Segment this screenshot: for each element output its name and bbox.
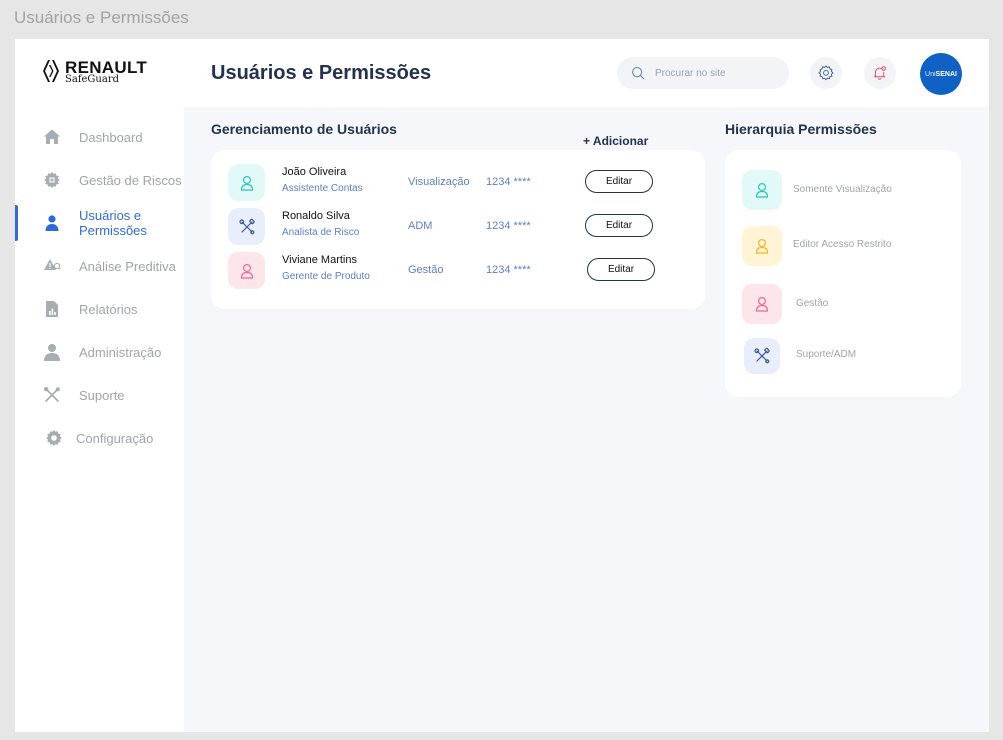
sidebar-item-label: Análise Preditiva: [79, 258, 176, 274]
user-password: 1234 ****: [486, 220, 531, 232]
permission-label: Editor Acesso Restrito: [793, 239, 892, 250]
warning-search-icon: [43, 257, 61, 275]
list-item[interactable]: Somente Visualização: [725, 170, 961, 210]
search-input[interactable]: [655, 67, 775, 79]
user-icon: [742, 170, 782, 210]
user-name: Ronaldo Silva: [282, 210, 350, 222]
user-permission: Gestão: [408, 264, 444, 276]
sidebar: Dashboard Gestão de Riscos Usuários e Pe…: [15, 107, 184, 732]
user-permission: ADM: [408, 220, 433, 232]
table-row: Ronaldo Silva Analista de Risco ADM 1234…: [211, 208, 705, 248]
permissions-section-title: Hierarquia Permissões: [725, 121, 877, 137]
sidebar-item-label: Administração: [79, 344, 162, 360]
permission-label: Suporte/ADM: [796, 349, 857, 360]
sidebar-item-usuarios-permissoes[interactable]: Usuários e Permissões: [15, 203, 184, 243]
sidebar-item-label: Suporte: [79, 387, 125, 403]
renault-logo[interactable]: RENAULT SafeGuard: [42, 59, 147, 85]
search-bar[interactable]: [617, 57, 789, 89]
user-role: Assistente Contas: [282, 183, 363, 194]
avatar-prefix: Uni: [925, 70, 936, 78]
admin-user-icon: [43, 343, 61, 361]
app-window: RENAULT SafeGuard Usuários e Permissões: [15, 39, 989, 732]
permission-label: Somente Visualização: [793, 184, 892, 195]
sidebar-item-gestao-riscos[interactable]: Gestão de Riscos: [15, 160, 184, 200]
sidebar-item-configuracao[interactable]: Configuração: [15, 418, 184, 458]
user-permission: Visualização: [408, 176, 470, 188]
sidebar-item-administracao[interactable]: Administração: [15, 332, 184, 372]
home-icon: [43, 128, 61, 146]
renault-diamond-icon: [43, 60, 59, 82]
report-icon: [43, 300, 61, 318]
top-header: RENAULT SafeGuard Usuários e Permissões: [15, 39, 989, 107]
user-role: Analista de Risco: [282, 227, 360, 238]
user-icon: [228, 164, 265, 201]
sidebar-item-label: Configuração: [76, 430, 154, 446]
user-role: Gerente de Produto: [282, 271, 370, 282]
user-password: 1234 ****: [486, 176, 531, 188]
user-name: Viviane Martins: [282, 254, 357, 266]
sidebar-item-suporte[interactable]: Suporte: [15, 375, 184, 415]
user-password: 1234 ****: [486, 264, 531, 276]
table-row: João Oliveira Assistente Contas Visualiz…: [211, 164, 705, 204]
list-item[interactable]: Gestão: [725, 284, 961, 324]
sidebar-item-relatorios[interactable]: Relatórios: [15, 289, 184, 329]
sidebar-item-label: Usuários e Permissões: [79, 208, 147, 238]
tools-icon: [744, 338, 780, 374]
user-name: João Oliveira: [282, 166, 347, 178]
avatar-text: SENAI: [935, 70, 957, 78]
avatar[interactable]: Uni SENAI: [920, 53, 962, 95]
notifications-button[interactable]: [864, 57, 896, 89]
gear-icon: [45, 429, 63, 447]
edit-button[interactable]: Editar: [585, 214, 653, 237]
user-icon: [742, 284, 782, 324]
list-item[interactable]: Editor Acesso Restrito: [725, 226, 961, 266]
search-icon: [632, 67, 645, 80]
user-icon: [228, 252, 265, 289]
sidebar-item-analise-preditiva[interactable]: Análise Preditiva: [15, 246, 184, 286]
sidebar-item-label: Relatórios: [79, 301, 138, 317]
settings-button[interactable]: [810, 57, 842, 89]
permission-label: Gestão: [796, 298, 829, 309]
window-title: Usuários e Permissões: [14, 8, 189, 27]
users-card: João Oliveira Assistente Contas Visualiz…: [211, 150, 705, 309]
gear-icon: [818, 65, 834, 81]
user-icon: [43, 214, 61, 232]
tools-icon: [43, 386, 61, 404]
sidebar-item-dashboard[interactable]: Dashboard: [15, 117, 184, 157]
bell-icon: [873, 66, 886, 80]
page-title: Usuários e Permissões: [211, 62, 432, 84]
list-item[interactable]: Suporte/ADM: [725, 338, 961, 378]
edit-button[interactable]: Editar: [587, 258, 655, 281]
table-row: Viviane Martins Gerente de Produto Gestã…: [211, 252, 705, 292]
permissions-card: Somente Visualização Editor Acesso Restr…: [725, 150, 961, 397]
edit-button[interactable]: Editar: [585, 170, 653, 193]
sidebar-item-label: Gestão de Riscos: [79, 172, 182, 188]
tools-icon: [228, 208, 265, 245]
user-icon: [742, 226, 782, 266]
cog-risk-icon: [43, 171, 61, 189]
add-user-button[interactable]: + Adicionar: [583, 134, 648, 148]
users-section-title: Gerenciamento de Usuários: [211, 121, 397, 137]
sidebar-item-label: Dashboard: [79, 129, 143, 145]
